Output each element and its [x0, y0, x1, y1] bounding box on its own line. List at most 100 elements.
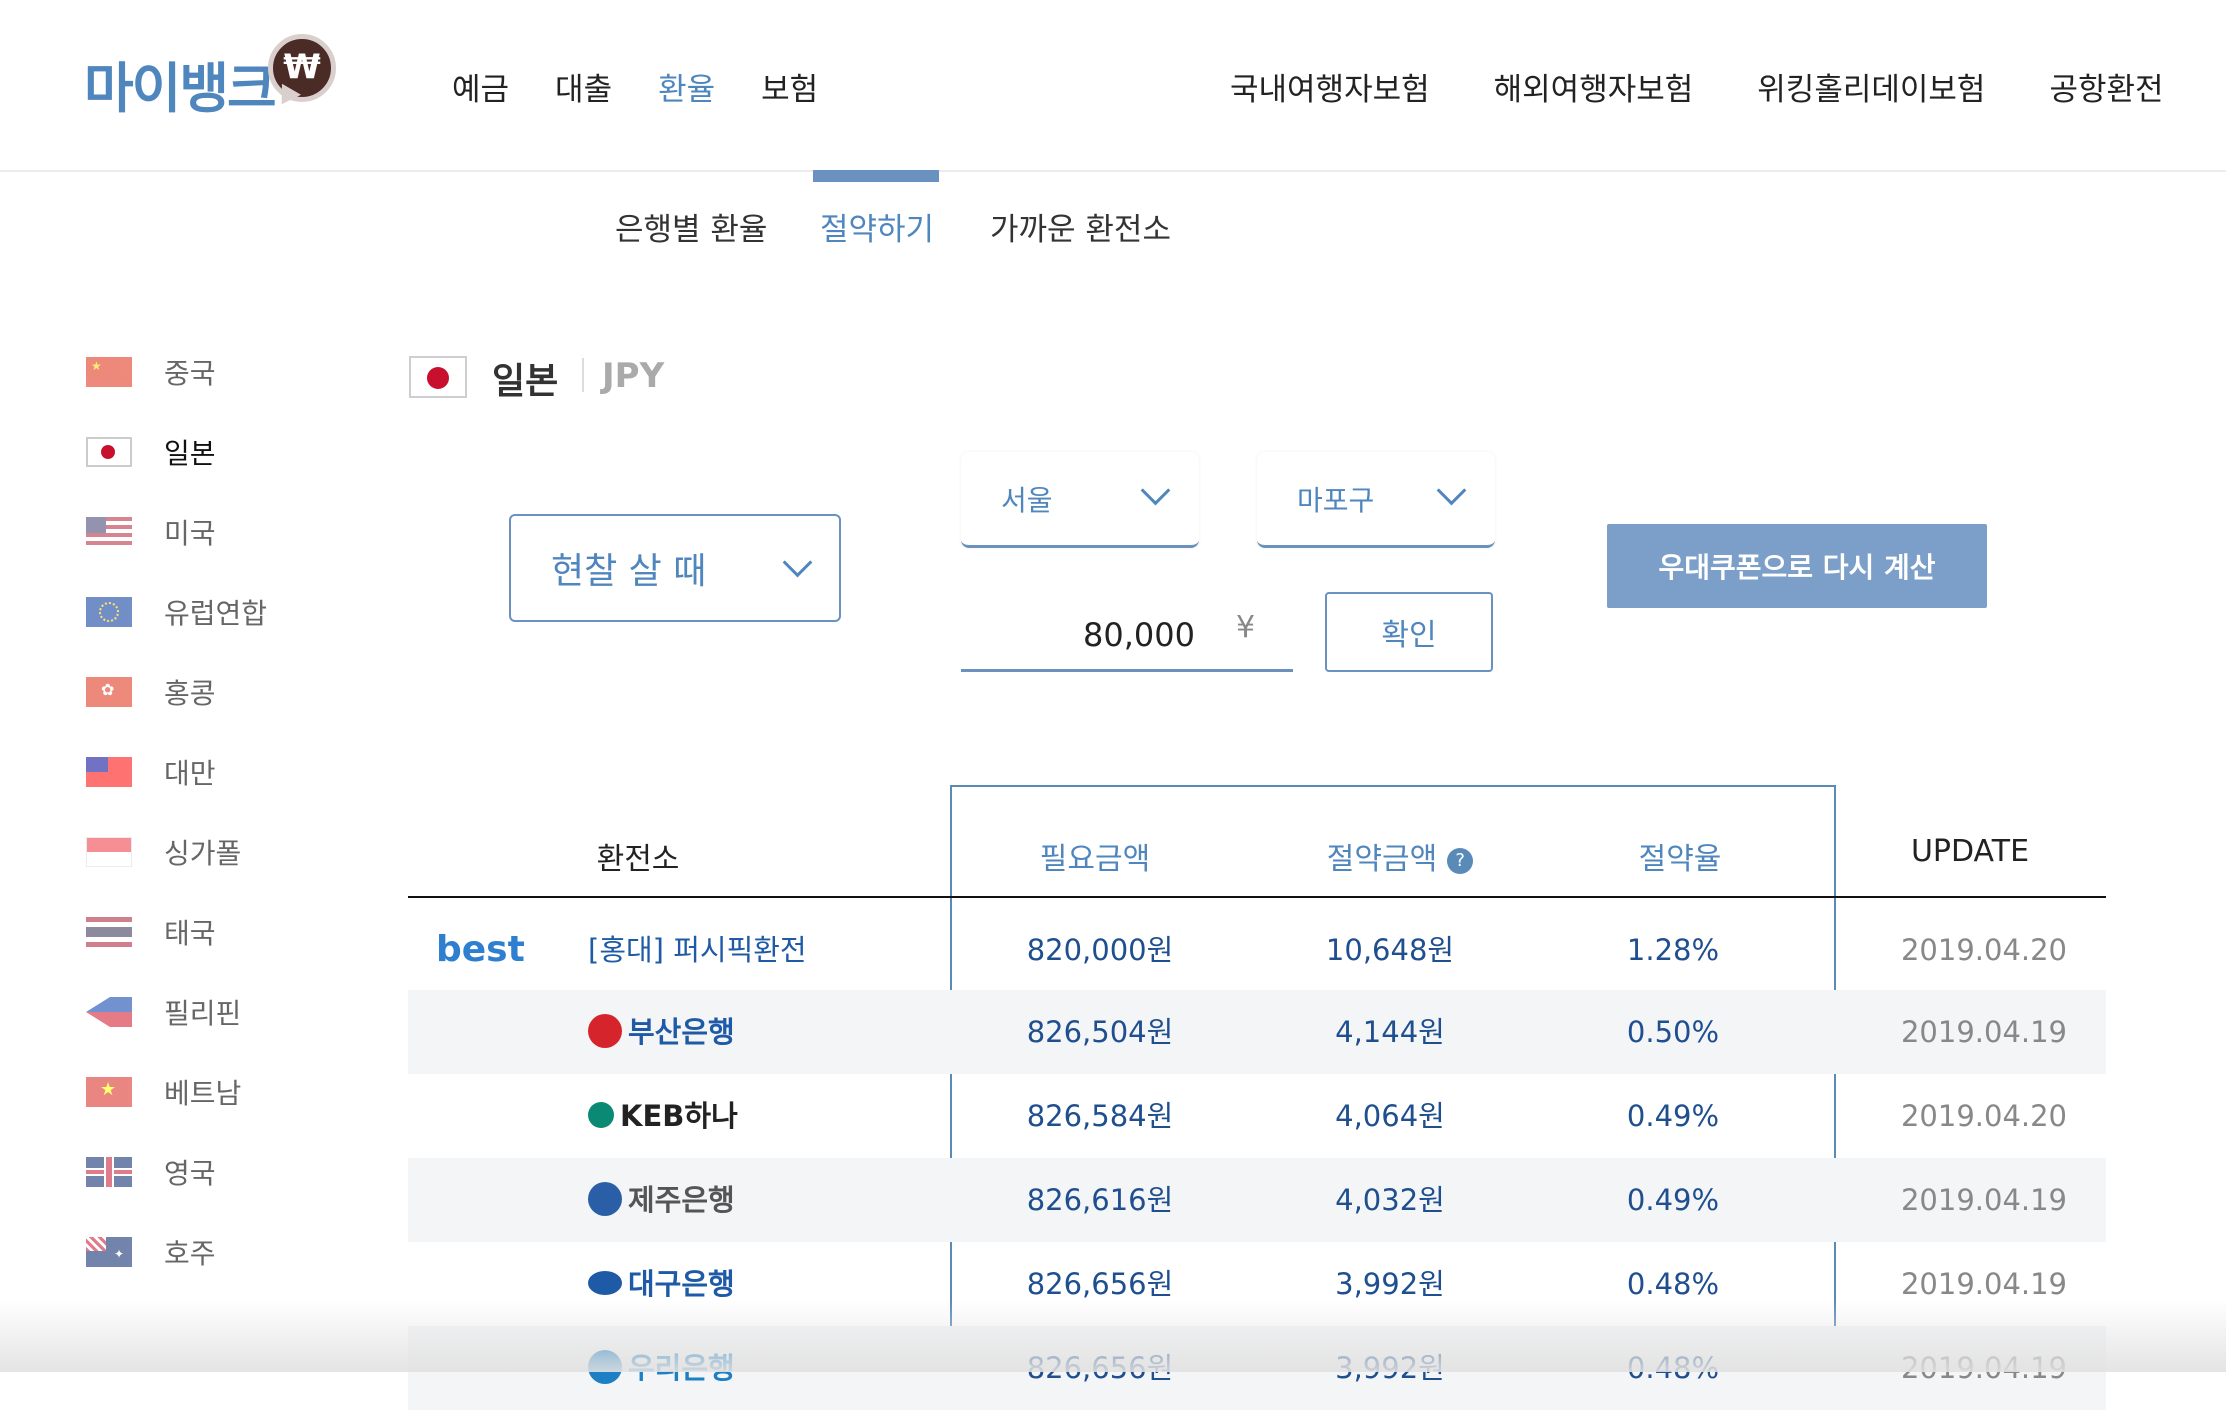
saving-rate: 0.49% [1626, 1099, 1720, 1133]
required-amount: 826,656원 [1026, 1267, 1174, 1301]
chevron-down-icon [1140, 475, 1171, 506]
uk-flag-icon [86, 1157, 132, 1187]
amount-input[interactable] [961, 608, 1197, 662]
exchange-name[interactable]: KEB하나 [588, 1074, 888, 1158]
bank-name: 제주은행 [628, 1183, 735, 1217]
exchange-name[interactable]: 우리은행 [588, 1326, 888, 1410]
sidebar-item-thailand[interactable]: 태국 [86, 912, 216, 952]
required-amount: 820,000원 [1026, 933, 1174, 967]
sidebar-item-label: 영국 [164, 1157, 216, 1190]
bank-name: 대구은행 [628, 1267, 735, 1301]
tab-nearby-exchange[interactable]: 가까운 환전소 [990, 204, 1171, 249]
tab-savings[interactable]: 절약하기 [820, 204, 934, 249]
district-select[interactable]: 마포구 [1257, 452, 1495, 548]
sidebar-item-japan[interactable]: 일본 [86, 432, 216, 472]
nav-overseas-travel-insurance[interactable]: 해외여행자보험 [1494, 64, 1694, 109]
thailand-flag-icon [86, 917, 132, 947]
china-flag-icon: ★ [86, 357, 132, 387]
recalculate-coupon-button[interactable]: 우대쿠폰으로 다시 계산 [1607, 524, 1987, 608]
sidebar-item-hongkong[interactable]: ✿ 홍콩 [86, 672, 216, 712]
logo-text[interactable]: 마이뱅크 [84, 44, 277, 123]
sidebar-item-label: 미국 [164, 517, 216, 550]
saved-amount: 3,992원 [1335, 1267, 1445, 1301]
singapore-flag-icon [86, 837, 132, 867]
keb-hana-logo-icon [588, 1102, 614, 1128]
sidebar-item-label: 필리핀 [164, 997, 242, 1030]
sidebar-item-label: 베트남 [164, 1077, 242, 1110]
header-rate: 절약율 [1638, 842, 1722, 877]
header-update: UPDATE [1910, 834, 2030, 869]
currency-code: JPY [602, 356, 665, 396]
active-tab-indicator [813, 170, 939, 182]
table-header-divider [408, 896, 2106, 898]
required-amount: 826,616원 [1026, 1183, 1174, 1217]
table-row[interactable]: 대구은행 826,656원 3,992원 0.48% 2019.04.19 [408, 1242, 2106, 1326]
table-row[interactable]: 우리은행 826,656원 3,992원 0.48% 2019.04.19 [408, 1326, 2106, 1410]
sidebar-item-usa[interactable]: 미국 [86, 512, 216, 552]
tab-bank-rates[interactable]: 은행별 환율 [615, 204, 767, 249]
sidebar-item-label: 싱가폴 [164, 837, 242, 870]
exchange-name[interactable]: [홍대] 퍼시픽환전 [588, 908, 888, 992]
sidebar-item-vietnam[interactable]: ★ 베트남 [86, 1072, 241, 1112]
saved-amount: 4,144원 [1335, 1015, 1445, 1049]
nav-insurance[interactable]: 보험 [761, 64, 818, 109]
header-divider [0, 170, 2226, 172]
bank-name: 부산은행 [628, 1015, 735, 1049]
city-select[interactable]: 서울 [961, 452, 1199, 548]
saving-rate: 0.48% [1626, 1351, 1720, 1385]
update-date: 2019.04.20 [1900, 933, 2068, 967]
saving-rate: 0.50% [1626, 1015, 1720, 1049]
update-date: 2019.04.20 [1900, 1099, 2068, 1133]
sidebar-item-eu[interactable]: 유럽연합 [86, 592, 267, 632]
sidebar-item-china[interactable]: ★ 중국 [86, 352, 216, 392]
sidebar-item-singapore[interactable]: 싱가폴 [86, 832, 241, 872]
bank-name: 우리은행 [628, 1351, 735, 1385]
nav-domestic-travel-insurance[interactable]: 국내여행자보험 [1230, 64, 1430, 109]
help-icon[interactable]: ? [1447, 847, 1474, 874]
amount-field: ¥ [961, 596, 1293, 672]
table-row[interactable]: 부산은행 826,504원 4,144원 0.50% 2019.04.19 [408, 990, 2106, 1074]
nav-deposit[interactable]: 예금 [452, 64, 509, 109]
sidebar-item-uk[interactable]: 영국 [86, 1152, 216, 1192]
exchange-name[interactable]: 제주은행 [588, 1158, 888, 1242]
confirm-button[interactable]: 확인 [1325, 592, 1493, 672]
table-row[interactable]: best [홍대] 퍼시픽환전 820,000원 10,648원 1.28% 2… [408, 908, 2106, 992]
nav-exchange[interactable]: 환율 [658, 64, 715, 109]
table-row[interactable]: 제주은행 826,616원 4,032원 0.49% 2019.04.19 [408, 1158, 2106, 1242]
required-amount: 826,584원 [1026, 1099, 1174, 1133]
currency-divider [582, 358, 584, 392]
right-nav: 국내여행자보험 해외여행자보험 위킹홀리데이보험 공항환전 [1230, 64, 2164, 109]
sidebar-item-label: 일본 [164, 437, 216, 470]
bank-name: KEB하나 [620, 1099, 738, 1133]
hongkong-flag-icon: ✿ [86, 677, 132, 707]
update-date: 2019.04.19 [1900, 1267, 2068, 1301]
currency-name: 일본 [492, 361, 559, 402]
nav-loan[interactable]: 대출 [555, 64, 612, 109]
saved-amount: 4,032원 [1335, 1183, 1445, 1217]
sidebar-item-australia[interactable]: ✦ 호주 [86, 1232, 216, 1272]
update-date: 2019.04.19 [1900, 1183, 2068, 1217]
district-value: 마포구 [1297, 483, 1375, 517]
sidebar-item-taiwan[interactable]: 대만 [86, 752, 216, 792]
nav-airport-exchange[interactable]: 공항환전 [2049, 64, 2163, 109]
cash-type-select[interactable]: 현찰 살 때 [509, 514, 841, 622]
table-row[interactable]: KEB하나 826,584원 4,064원 0.49% 2019.04.20 [408, 1074, 2106, 1158]
header-exchange: 환전소 [596, 842, 680, 877]
nav-working-holiday-insurance[interactable]: 위킹홀리데이보험 [1757, 64, 1985, 109]
chevron-down-icon [1436, 475, 1467, 506]
taiwan-flag-icon [86, 757, 132, 787]
exchange-name[interactable]: 대구은행 [588, 1242, 888, 1326]
sidebar-item-label: 중국 [164, 357, 216, 390]
sidebar-item-philippines[interactable]: 필리핀 [86, 992, 241, 1032]
exchange-name[interactable]: 부산은행 [588, 990, 888, 1074]
sidebar-item-label: 대만 [164, 757, 216, 790]
philippines-flag-icon [86, 997, 132, 1027]
sidebar-item-label: 유럽연합 [164, 597, 268, 630]
saving-rate: 0.48% [1626, 1267, 1720, 1301]
saving-rate: 0.49% [1626, 1183, 1720, 1217]
japan-flag-icon [86, 437, 132, 467]
required-amount: 826,656원 [1026, 1351, 1174, 1385]
city-value: 서울 [1001, 483, 1053, 517]
sidebar-item-label: 홍콩 [164, 677, 216, 710]
sidebar-item-label: 호주 [164, 1237, 216, 1270]
